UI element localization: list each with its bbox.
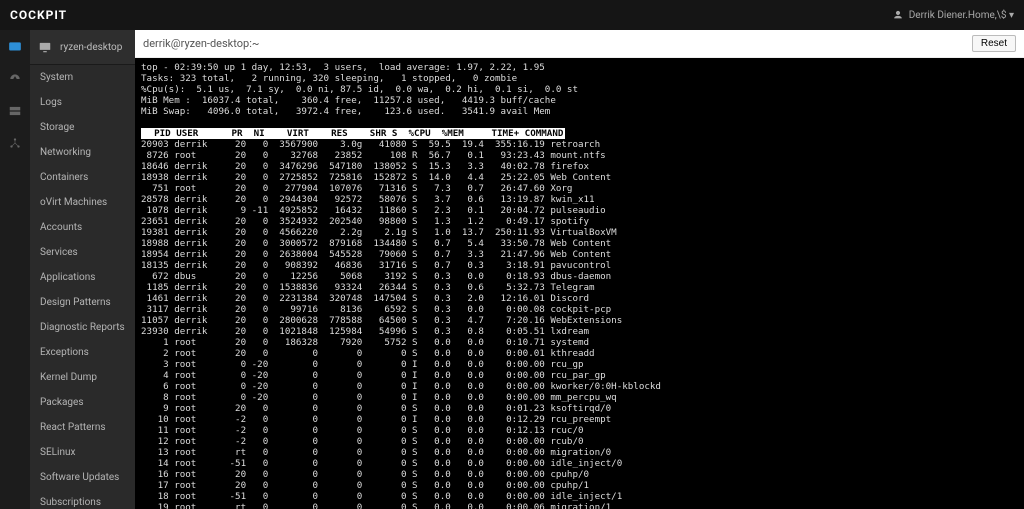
sidebar-item-kernel-dump[interactable]: Kernel Dump <box>30 365 135 390</box>
sidebar-item-system[interactable]: System <box>30 65 135 90</box>
sidebar-item-logs[interactable]: Logs <box>30 90 135 115</box>
terminal-output[interactable]: top - 02:39:50 up 1 day, 12:53, 3 users,… <box>135 58 1024 509</box>
sidebar-item-selinux[interactable]: SELinux <box>30 440 135 465</box>
sidebar-item-applications[interactable]: Applications <box>30 265 135 290</box>
sidebar-item-storage[interactable]: Storage <box>30 115 135 140</box>
sidebar-item-exceptions[interactable]: Exceptions <box>30 340 135 365</box>
user-icon <box>893 10 903 20</box>
sidebar-item-subscriptions[interactable]: Subscriptions <box>30 490 135 509</box>
sidebar-item-software-updates[interactable]: Software Updates <box>30 465 135 490</box>
sidebar-item-services[interactable]: Services <box>30 240 135 265</box>
network-icon[interactable] <box>7 136 23 150</box>
brand-logo: COCKPIT <box>10 8 67 22</box>
sidebar-item-design-patterns[interactable]: Design Patterns <box>30 290 135 315</box>
host-icon <box>38 40 52 54</box>
terminal-title: derrik@ryzen-desktop:~ <box>143 37 259 50</box>
sidebar-item-packages[interactable]: Packages <box>30 390 135 415</box>
sidebar-item-containers[interactable]: Containers <box>30 165 135 190</box>
user-label: Derrik Diener.Home,\$ ▾ <box>909 10 1014 21</box>
sidebar-item-accounts[interactable]: Accounts <box>30 215 135 240</box>
sidebar: ryzen-desktop SystemLogsStorageNetworkin… <box>30 30 135 509</box>
host-selector[interactable]: ryzen-desktop <box>30 30 135 65</box>
content-area: derrik@ryzen-desktop:~ Reset top - 02:39… <box>135 30 1024 509</box>
gauge-icon[interactable] <box>7 72 23 86</box>
icon-rail <box>0 30 30 509</box>
sidebar-item-diagnostic-reports[interactable]: Diagnostic Reports <box>30 315 135 340</box>
server-icon[interactable] <box>7 104 23 118</box>
sidebar-item-react-patterns[interactable]: React Patterns <box>30 415 135 440</box>
terminal-header: derrik@ryzen-desktop:~ Reset <box>135 30 1024 58</box>
header-bar: COCKPIT Derrik Diener.Home,\$ ▾ <box>0 0 1024 30</box>
host-label: ryzen-desktop <box>60 42 122 53</box>
reset-button[interactable]: Reset <box>972 35 1016 52</box>
sidebar-item-networking[interactable]: Networking <box>30 140 135 165</box>
sidebar-item-ovirt-machines[interactable]: oVirt Machines <box>30 190 135 215</box>
user-menu[interactable]: Derrik Diener.Home,\$ ▾ <box>893 10 1014 21</box>
dashboard-icon[interactable] <box>7 40 23 54</box>
